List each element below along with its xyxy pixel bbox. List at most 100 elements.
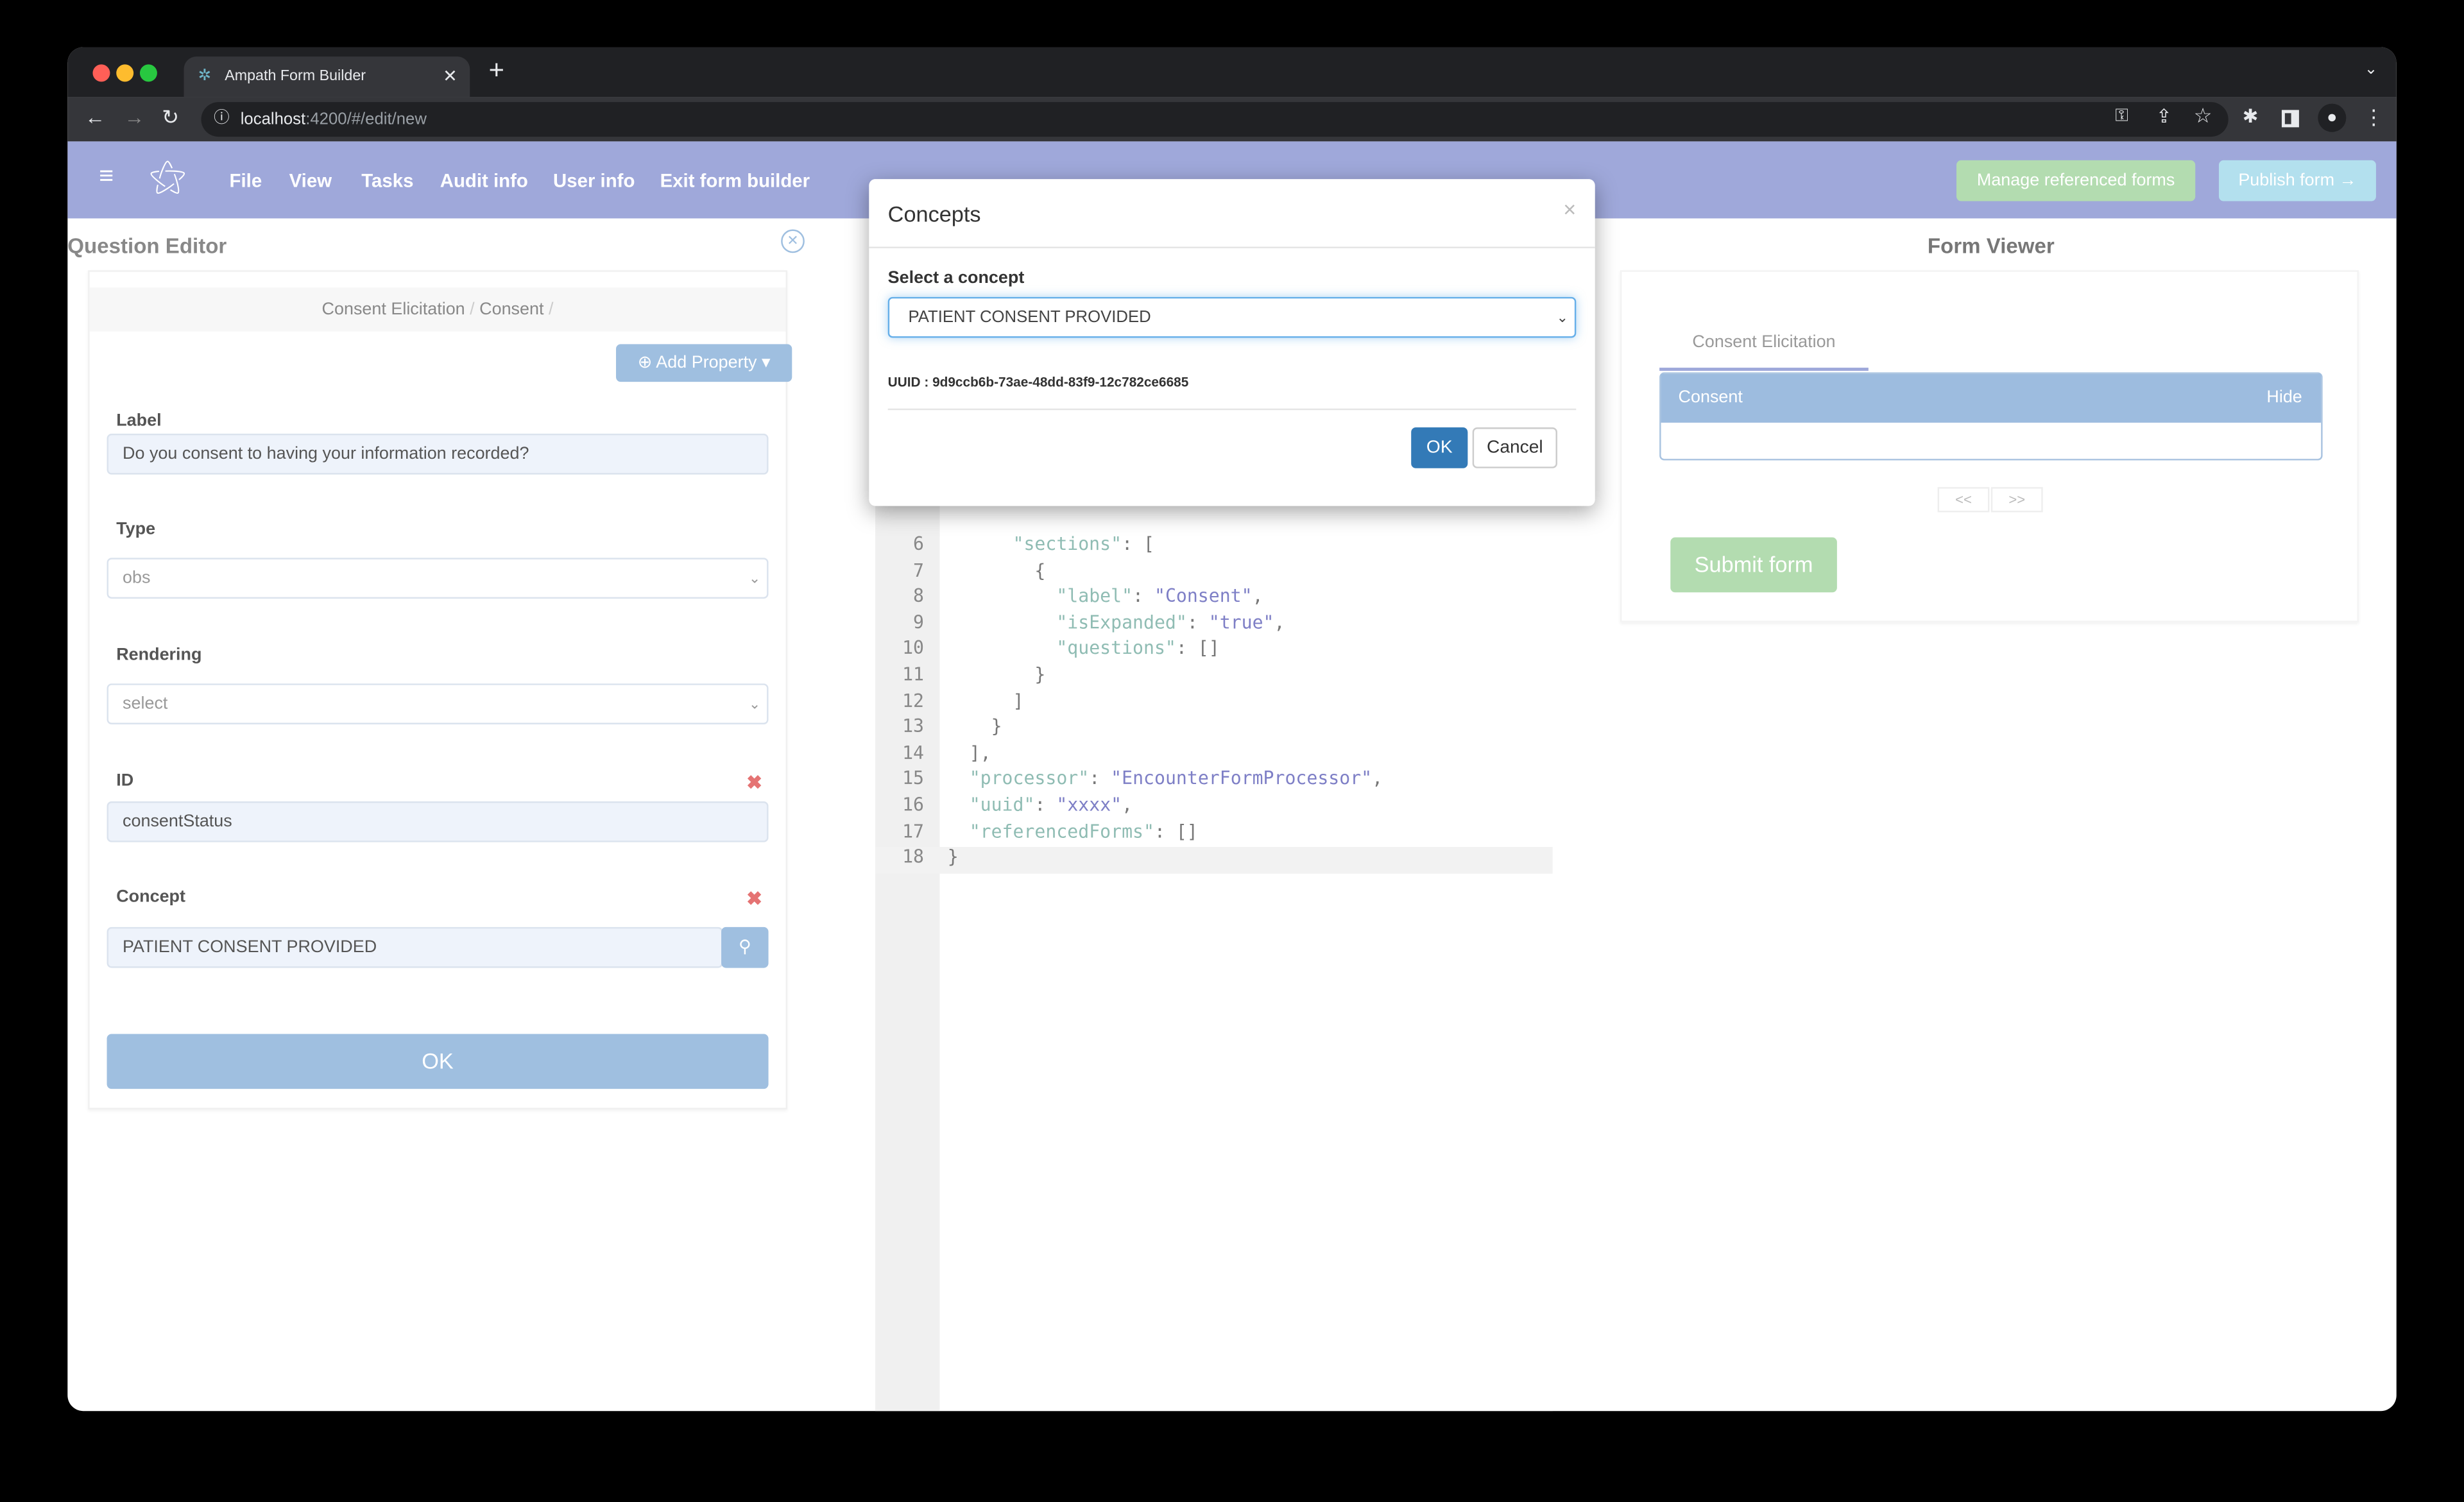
tab-list-chevron-icon[interactable]: ⌄	[2365, 62, 2378, 79]
line-number: 13	[902, 715, 925, 738]
reload-icon[interactable]: ↻	[162, 105, 179, 130]
add-property-label: Add Property	[656, 354, 757, 373]
menu-tasks[interactable]: Tasks	[361, 169, 413, 191]
form-viewer-panel: Form Viewer Consent Elicitation Consent …	[1586, 218, 2397, 1411]
minimize-window-button[interactable]	[116, 64, 134, 82]
code-token: : []	[1176, 636, 1220, 660]
id-input[interactable]: consentStatus	[107, 801, 769, 842]
section-header: Consent Hide	[1661, 373, 2322, 423]
line-number: 18	[902, 846, 925, 868]
code-token: :	[1186, 611, 1209, 633]
code-token: "sections"	[1013, 533, 1122, 555]
chevron-down-icon: ⌄	[1556, 309, 1569, 325]
line-number: 7	[913, 558, 925, 581]
code-token: "referencedForms"	[969, 819, 1154, 842]
profile-icon[interactable]: ●	[2318, 103, 2347, 132]
forward-icon[interactable]: →	[124, 105, 144, 129]
modal-cancel-button[interactable]: Cancel	[1472, 427, 1557, 468]
menu-audit-info[interactable]: Audit info	[440, 169, 528, 191]
code-token: ,	[1372, 767, 1383, 790]
back-icon[interactable]: ←	[85, 105, 105, 129]
code-line: "processor": "EncounterFormProcessor",	[948, 767, 1383, 789]
concept-search-button[interactable]: ⚲	[721, 926, 769, 968]
menu-view[interactable]: View	[289, 169, 332, 191]
address-row: ← → ↻ ⓘ localhost:4200/#/edit/new ⚿ ⇪ ☆ …	[67, 97, 2397, 142]
plus-circle-icon: ⊕	[637, 354, 653, 373]
rendering-select[interactable]: select ⌄	[107, 683, 769, 724]
close-editor-icon[interactable]: ✕	[781, 229, 805, 253]
code-token: : []	[1154, 819, 1198, 842]
editor-ok-button[interactable]: OK	[107, 1034, 769, 1089]
select-concept-label: Select a concept	[887, 268, 1025, 288]
tab-underline	[1659, 368, 1869, 371]
extensions-icon[interactable]: ✱	[2243, 105, 2259, 127]
submit-form-button[interactable]: Submit form	[1670, 537, 1837, 593]
url-host: localhost	[240, 110, 306, 129]
code-token: "label"	[1056, 585, 1133, 607]
breadcrumb-item[interactable]: Consent Elicitation	[322, 300, 465, 319]
code-token: "processor"	[969, 767, 1090, 790]
hide-section-button[interactable]: Hide	[2266, 374, 2302, 423]
code-line: }	[948, 715, 1002, 737]
menu-file[interactable]: File	[230, 169, 262, 191]
close-modal-icon[interactable]: ×	[1563, 196, 1576, 221]
code-token: {	[1034, 558, 1046, 581]
panel-title: Question Editor	[67, 234, 227, 258]
code-token: }	[991, 715, 1002, 738]
code-line: "label": "Consent",	[948, 585, 1263, 606]
code-line: ],	[948, 741, 991, 763]
modal-ok-button[interactable]: OK	[1411, 427, 1468, 468]
line-number: 10	[902, 636, 925, 660]
maximize-window-button[interactable]	[139, 64, 157, 82]
search-icon: ⚲	[738, 938, 751, 957]
code-line: "uuid": "xxxx",	[948, 794, 1133, 815]
next-page-button[interactable]: >>	[1990, 487, 2043, 513]
label-field-label: Label	[116, 411, 162, 431]
section-title: Consent	[1678, 388, 1743, 407]
menu-user-info[interactable]: User info	[553, 169, 635, 191]
breadcrumb: Consent Elicitation / Consent /	[89, 287, 786, 332]
publish-form-button[interactable]: Publish form →	[2218, 160, 2376, 201]
concept-input[interactable]: PATIENT CONSENT PROVIDED	[107, 926, 723, 968]
code-line: {	[948, 558, 1046, 581]
manage-referenced-forms-button[interactable]: Manage referenced forms	[1956, 160, 2196, 201]
remove-concept-icon[interactable]: ✖	[746, 888, 762, 910]
remove-id-icon[interactable]: ✖	[746, 771, 762, 793]
hamburger-menu-icon[interactable]: ≡	[99, 164, 114, 192]
prev-page-button[interactable]: <<	[1937, 487, 1990, 513]
browser-tab[interactable]: ✲ Ampath Form Builder ✕	[184, 56, 470, 98]
sidepanel-icon[interactable]	[2281, 110, 2299, 128]
menu-exit-form-builder[interactable]: Exit form builder	[660, 169, 810, 191]
line-number: 16	[902, 793, 925, 816]
key-icon[interactable]: ⚿	[2115, 107, 2128, 128]
label-input[interactable]: Do you consent to having your informatio…	[107, 433, 769, 475]
type-select[interactable]: obs ⌄	[107, 558, 769, 599]
form-card: Consent Elicitation Consent Hide << >> S…	[1620, 270, 2359, 622]
more-menu-icon[interactable]: ⋮	[2363, 105, 2384, 130]
line-number: 9	[913, 611, 925, 633]
add-property-button[interactable]: ⊕ Add Property ▾	[616, 344, 792, 382]
chevron-down-icon: ⌄	[748, 696, 761, 712]
star-icon[interactable]: ☆	[2194, 104, 2212, 129]
code-token: }	[1034, 663, 1046, 685]
url-path: :4200/#/edit/new	[305, 110, 427, 129]
close-window-button[interactable]	[92, 64, 110, 82]
ampath-logo-icon: ⚝	[149, 155, 186, 198]
concept-select[interactable]: PATIENT CONSENT PROVIDED ⌄	[887, 296, 1577, 338]
code-line: "isExpanded": "true",	[948, 611, 1285, 633]
new-tab-button[interactable]: +	[489, 55, 504, 87]
breadcrumb-item[interactable]: Consent	[479, 300, 543, 319]
url-bar[interactable]: ⓘ localhost:4200/#/edit/new	[201, 102, 2229, 137]
share-icon[interactable]: ⇪	[2156, 105, 2172, 127]
close-tab-icon[interactable]: ✕	[443, 56, 458, 98]
tab-consent-elicitation[interactable]: Consent Elicitation	[1659, 333, 1869, 352]
editor-card: Consent Elicitation / Consent / ⊕ Add Pr…	[88, 270, 792, 1109]
code-token: "true"	[1208, 611, 1274, 633]
